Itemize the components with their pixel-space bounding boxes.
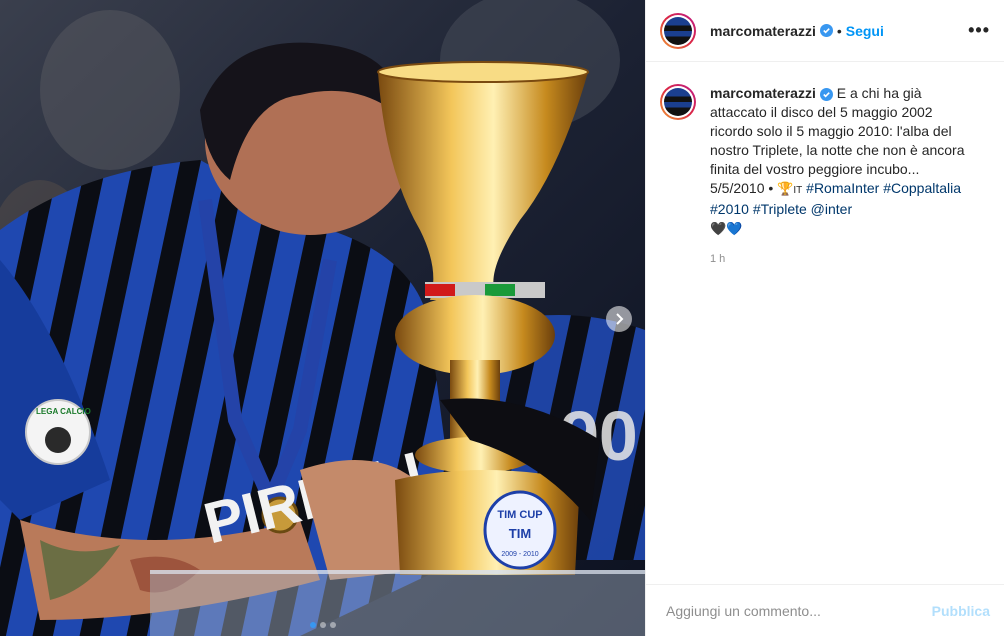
post-side-panel: marcomaterazzi • Segui ••• marcomaterazz… [645,0,1004,636]
caption-avatar-image [664,88,692,116]
avatar[interactable] [660,12,696,49]
more-options-button[interactable]: ••• [968,20,990,41]
mention-link[interactable]: @inter [811,201,852,217]
trophy-emoji: 🏆 [777,181,794,196]
cup-label-years: 2009 - 2010 [501,551,538,558]
username-link[interactable]: marcomaterazzi [710,23,816,39]
caption-avatar[interactable] [660,84,696,120]
caption-body: marcomaterazzi E a chi ha già attaccato … [710,84,972,269]
post-timestamp[interactable]: 1 h [710,250,972,269]
cup-label-mid: TIM [509,526,531,541]
post-media: 90 PIRELLI LEGA CALCIO [0,0,645,636]
carousel-dot [309,622,316,628]
publish-button[interactable]: Pubblica [932,603,990,619]
black-heart-emoji: 🖤 [710,221,727,236]
caption: marcomaterazzi E a chi ha già attaccato … [646,62,1004,269]
hashtag-link[interactable]: #2010 [710,201,749,217]
caption-avatar-ring [662,86,694,118]
avatar-ring [662,14,694,47]
chevron-right-icon [616,313,624,325]
carousel-dot [319,622,326,628]
comment-bar: Pubblica [646,584,1004,636]
carousel-next-button[interactable] [606,306,632,332]
separator-dot: • [836,22,842,39]
comment-input[interactable] [664,601,932,620]
caption-username-link[interactable]: marcomaterazzi [710,85,816,101]
italy-flag-text: IT [793,185,803,196]
avatar-image [664,16,692,45]
verified-badge-icon [819,24,833,37]
post-photo: 90 PIRELLI LEGA CALCIO [0,0,645,636]
hashtag-link[interactable]: #Coppaltalia [883,180,961,196]
cup-label-top: TIM CUP [497,509,542,521]
hashtag-link[interactable]: #Triplete [753,201,807,217]
blue-heart-emoji: 💙 [726,221,743,236]
carousel-dots [0,622,645,628]
post-header: marcomaterazzi • Segui ••• [646,0,1004,62]
patch-text: LEGA CALCIO [36,407,91,416]
carousel-dot [329,622,336,628]
follow-button[interactable]: Segui [846,23,884,39]
hashtag-link[interactable]: #RomaInter [806,180,879,196]
caption-verified-badge-icon [819,87,833,101]
